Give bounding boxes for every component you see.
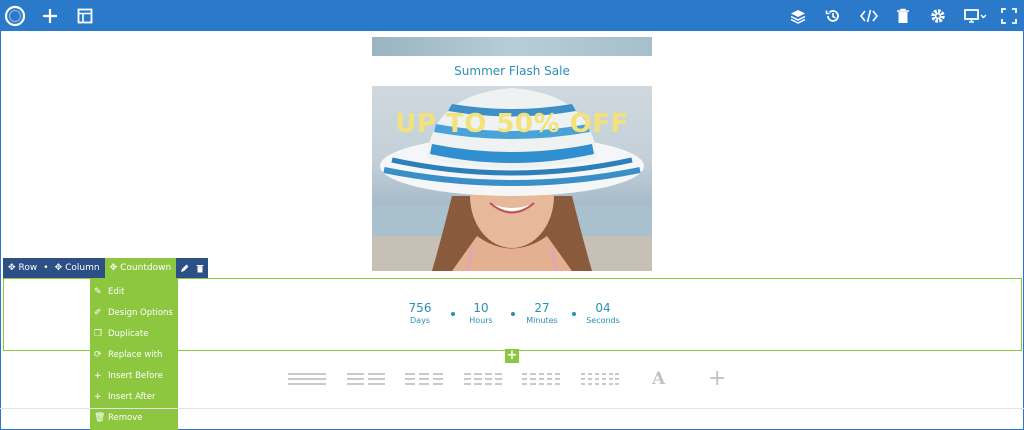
logo-icon[interactable] <box>3 4 27 28</box>
pencil-icon: ✎ <box>94 286 102 297</box>
menu-item-insert-before[interactable]: + Insert Before <box>90 365 178 386</box>
layout-5-columns[interactable] <box>522 372 560 388</box>
layout-icon[interactable] <box>73 4 97 28</box>
layout-1-column[interactable] <box>288 372 326 388</box>
settings-icon[interactable] <box>926 4 950 28</box>
history-icon[interactable] <box>821 4 845 28</box>
hours-label: Hours <box>469 316 493 325</box>
divider <box>0 408 1024 409</box>
banner-headline: UP TO 50% OFF <box>395 109 629 139</box>
crumb-countdown-label: Countdown <box>120 263 172 273</box>
menu-item-edit[interactable]: ✎ Edit <box>90 281 178 302</box>
menu-item-replace[interactable]: ⟳ Replace with <box>90 344 178 365</box>
crumb-column[interactable]: ✥ Column <box>49 258 105 278</box>
crumb-row[interactable]: ✥ Row <box>3 258 43 278</box>
layers-icon[interactable] <box>786 4 810 28</box>
pencil-icon[interactable] <box>176 258 193 278</box>
menu-item-insert-after[interactable]: + Insert After <box>90 386 178 407</box>
top-toolbar <box>0 0 1024 31</box>
move-icon: ✥ <box>8 263 16 273</box>
menu-item-label: Insert Before <box>108 370 163 381</box>
header-image <box>372 37 652 56</box>
sale-title: Summer Flash Sale <box>454 64 570 78</box>
menu-item-label: Edit <box>108 286 125 297</box>
menu-item-label: Duplicate <box>108 328 149 339</box>
days-value: 756 <box>408 301 432 315</box>
menu-item-duplicate[interactable]: ❐ Duplicate <box>90 323 178 344</box>
brush-icon: ✐ <box>94 307 102 318</box>
crumb-column-label: Column <box>65 263 100 273</box>
hours-value: 10 <box>473 301 489 315</box>
crumb-separator: • <box>42 258 50 278</box>
menu-item-label: Replace with <box>108 349 163 360</box>
refresh-icon: ⟳ <box>94 349 102 360</box>
trash-icon[interactable] <box>891 4 915 28</box>
code-icon[interactable] <box>857 4 881 28</box>
banner-image[interactable]: UP TO 50% OFF <box>372 86 652 271</box>
menu-item-label: Design Options <box>108 307 173 318</box>
days-label: Days <box>410 316 430 325</box>
countdown-days: 756 Days <box>390 301 450 327</box>
trash-icon[interactable] <box>192 258 209 278</box>
menu-item-remove[interactable]: 🗑 Remove <box>90 407 178 428</box>
plus-icon: + <box>94 370 102 381</box>
text-element-icon[interactable]: A <box>652 369 665 389</box>
move-icon: ✥ <box>54 263 63 273</box>
add-icon[interactable] <box>38 4 62 28</box>
layout-6-columns[interactable] <box>581 372 619 388</box>
seconds-value: 04 <box>595 301 611 315</box>
menu-item-design-options[interactable]: ✐ Design Options <box>90 302 178 323</box>
plus-icon: + <box>94 391 102 402</box>
fullscreen-icon[interactable] <box>997 4 1021 28</box>
menu-item-label: Insert After <box>108 391 156 402</box>
seconds-label: Seconds <box>586 316 620 325</box>
crumb-row-label: Row <box>18 263 38 273</box>
minutes-value: 27 <box>534 301 550 315</box>
crumb-countdown[interactable]: ✥ Countdown <box>104 258 177 278</box>
layout-3-columns[interactable] <box>405 372 443 388</box>
layout-4-columns[interactable] <box>464 372 502 388</box>
minutes-label: Minutes <box>526 316 558 325</box>
trash-icon: 🗑 <box>94 412 106 423</box>
layout-2-columns[interactable] <box>347 372 385 388</box>
countdown-minutes: 27 Minutes <box>512 301 572 327</box>
countdown-hours: 10 Hours <box>451 301 511 327</box>
duplicate-icon: ❐ <box>94 328 103 339</box>
menu-item-label: Remove <box>108 412 143 423</box>
countdown-seconds: 04 Seconds <box>573 301 633 327</box>
device-icon[interactable] <box>961 4 991 28</box>
breadcrumb: ✥ Row • ✥ Column ✥ Countdown <box>3 258 209 278</box>
move-icon: ✥ <box>109 263 118 273</box>
add-element-icon[interactable]: + <box>708 366 726 391</box>
add-element-button[interactable]: + <box>505 349 519 363</box>
